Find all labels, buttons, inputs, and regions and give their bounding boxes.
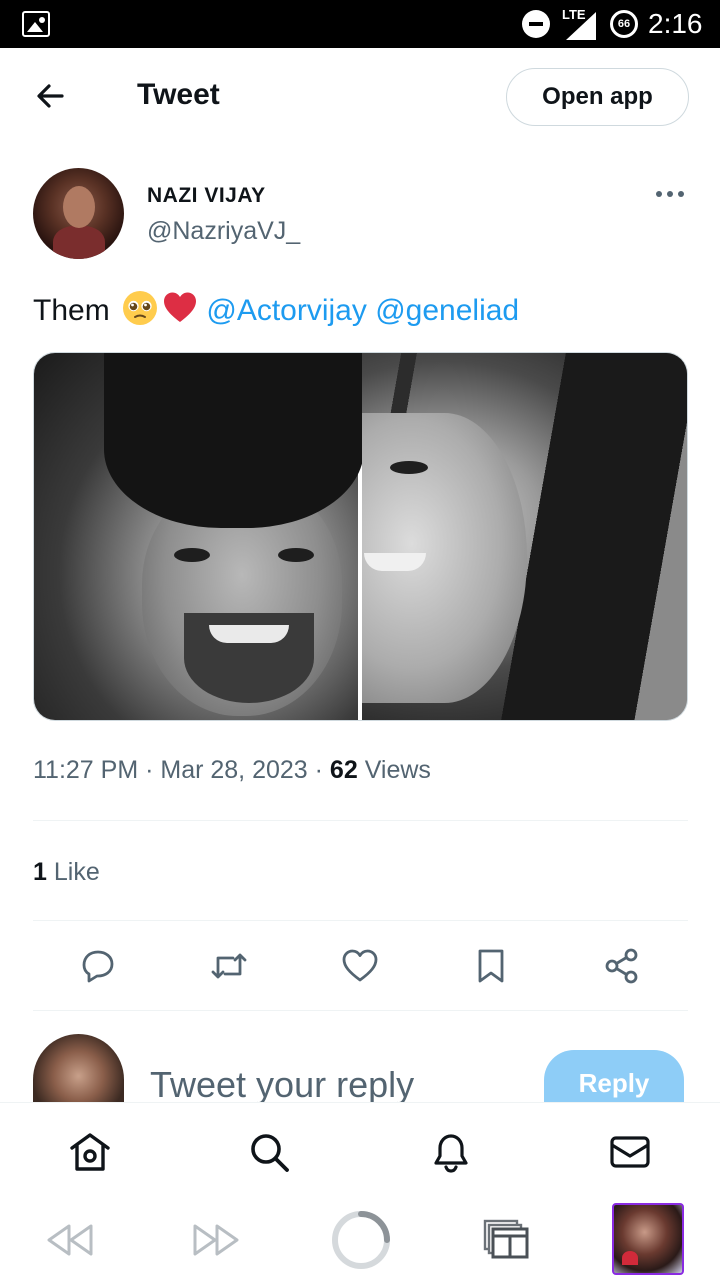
rewind-icon xyxy=(47,1224,93,1256)
more-dot-icon xyxy=(667,191,673,197)
tweet-media xyxy=(33,352,688,721)
tweet-photo-1[interactable] xyxy=(34,353,364,720)
back-button[interactable] xyxy=(28,74,72,118)
divider xyxy=(33,1010,688,1011)
photo-eye xyxy=(390,461,428,474)
more-dot-icon xyxy=(656,191,662,197)
nav-messages[interactable] xyxy=(607,1129,653,1175)
nav-search[interactable] xyxy=(246,1129,292,1175)
page-title: Tweet xyxy=(137,78,220,111)
more-options-button[interactable] xyxy=(648,180,692,208)
share-icon xyxy=(605,948,638,984)
tweet-photo-2[interactable] xyxy=(362,353,687,720)
avatar-body xyxy=(53,226,105,259)
nav-home[interactable] xyxy=(67,1129,113,1175)
status-time: 2:16 xyxy=(648,8,703,39)
tweet-text-prefix: Them xyxy=(33,294,110,327)
tabs-icon xyxy=(483,1219,529,1259)
nav-notifications[interactable] xyxy=(428,1129,474,1175)
tweet-meta: 11:27 PM · Mar 28, 2023 · 62 Views xyxy=(33,756,431,785)
mention-link[interactable]: @geneliad xyxy=(375,294,519,327)
browser-loading-button[interactable] xyxy=(330,1209,392,1271)
like-button[interactable] xyxy=(338,944,382,988)
avatar-face xyxy=(63,186,95,228)
pleading-face-emoji-icon xyxy=(123,291,158,325)
photo-hair xyxy=(104,353,364,528)
divider xyxy=(33,920,688,921)
arrow-left-icon xyxy=(37,84,64,108)
share-button[interactable] xyxy=(600,944,644,988)
reply-input[interactable]: Tweet your reply xyxy=(150,1064,414,1104)
tweet-text: Them @Actorvijay @geneliad xyxy=(33,290,519,328)
open-app-button[interactable]: Open app xyxy=(506,68,689,126)
bookmark-icon xyxy=(478,949,504,983)
signal-icon xyxy=(566,12,596,40)
tweet-date[interactable]: Mar 28, 2023 xyxy=(160,756,307,784)
battery-icon: 66 xyxy=(610,10,638,38)
header: Tweet Open app xyxy=(0,48,720,148)
reply-icon xyxy=(82,950,114,983)
status-bar: LTE 66 2:16 xyxy=(0,0,720,48)
like-icon xyxy=(342,949,378,982)
reply-button[interactable] xyxy=(76,944,120,988)
tab-thumbnail[interactable] xyxy=(612,1203,684,1275)
more-dot-icon xyxy=(678,191,684,197)
meta-separator: · xyxy=(138,756,161,784)
gallery-icon xyxy=(22,11,50,37)
browser-back-button[interactable] xyxy=(42,1212,98,1268)
author-name[interactable]: NAZI VIJAY xyxy=(147,184,266,208)
fast-forward-icon xyxy=(193,1224,239,1256)
red-heart-emoji-icon xyxy=(164,292,197,322)
divider xyxy=(33,820,688,821)
browser-tabs-button[interactable] xyxy=(478,1212,534,1268)
reply-avatar xyxy=(33,1034,124,1104)
retweet-button[interactable] xyxy=(207,944,251,988)
photo-smile xyxy=(364,553,426,571)
home-icon xyxy=(70,1133,110,1171)
photo-eye xyxy=(174,548,210,562)
browser-forward-button[interactable] xyxy=(188,1212,244,1268)
tweet-time[interactable]: 11:27 PM xyxy=(33,756,138,784)
do-not-disturb-icon xyxy=(522,10,550,38)
reply-submit-button[interactable]: Reply xyxy=(544,1050,684,1102)
meta-separator: · xyxy=(307,756,330,784)
retweet-icon xyxy=(211,953,247,979)
bottom-navigation xyxy=(0,1102,720,1200)
likes-count: 1 xyxy=(33,858,47,886)
loading-icon xyxy=(332,1211,390,1269)
search-icon xyxy=(251,1134,289,1172)
mention-link[interactable]: @Actorvijay xyxy=(206,294,367,327)
author-handle[interactable]: @NazriyaVJ_ xyxy=(147,217,300,246)
views-label: Views xyxy=(364,756,431,784)
messages-icon xyxy=(610,1136,650,1168)
likes-summary[interactable]: 1 Like xyxy=(33,858,100,887)
likes-label: Like xyxy=(53,858,100,886)
photo-eye xyxy=(278,548,314,562)
notifications-icon xyxy=(434,1134,468,1173)
bookmark-button[interactable] xyxy=(469,944,513,988)
photo-smile xyxy=(209,625,289,643)
views-count: 62 xyxy=(329,756,358,784)
author-avatar[interactable] xyxy=(33,168,124,259)
